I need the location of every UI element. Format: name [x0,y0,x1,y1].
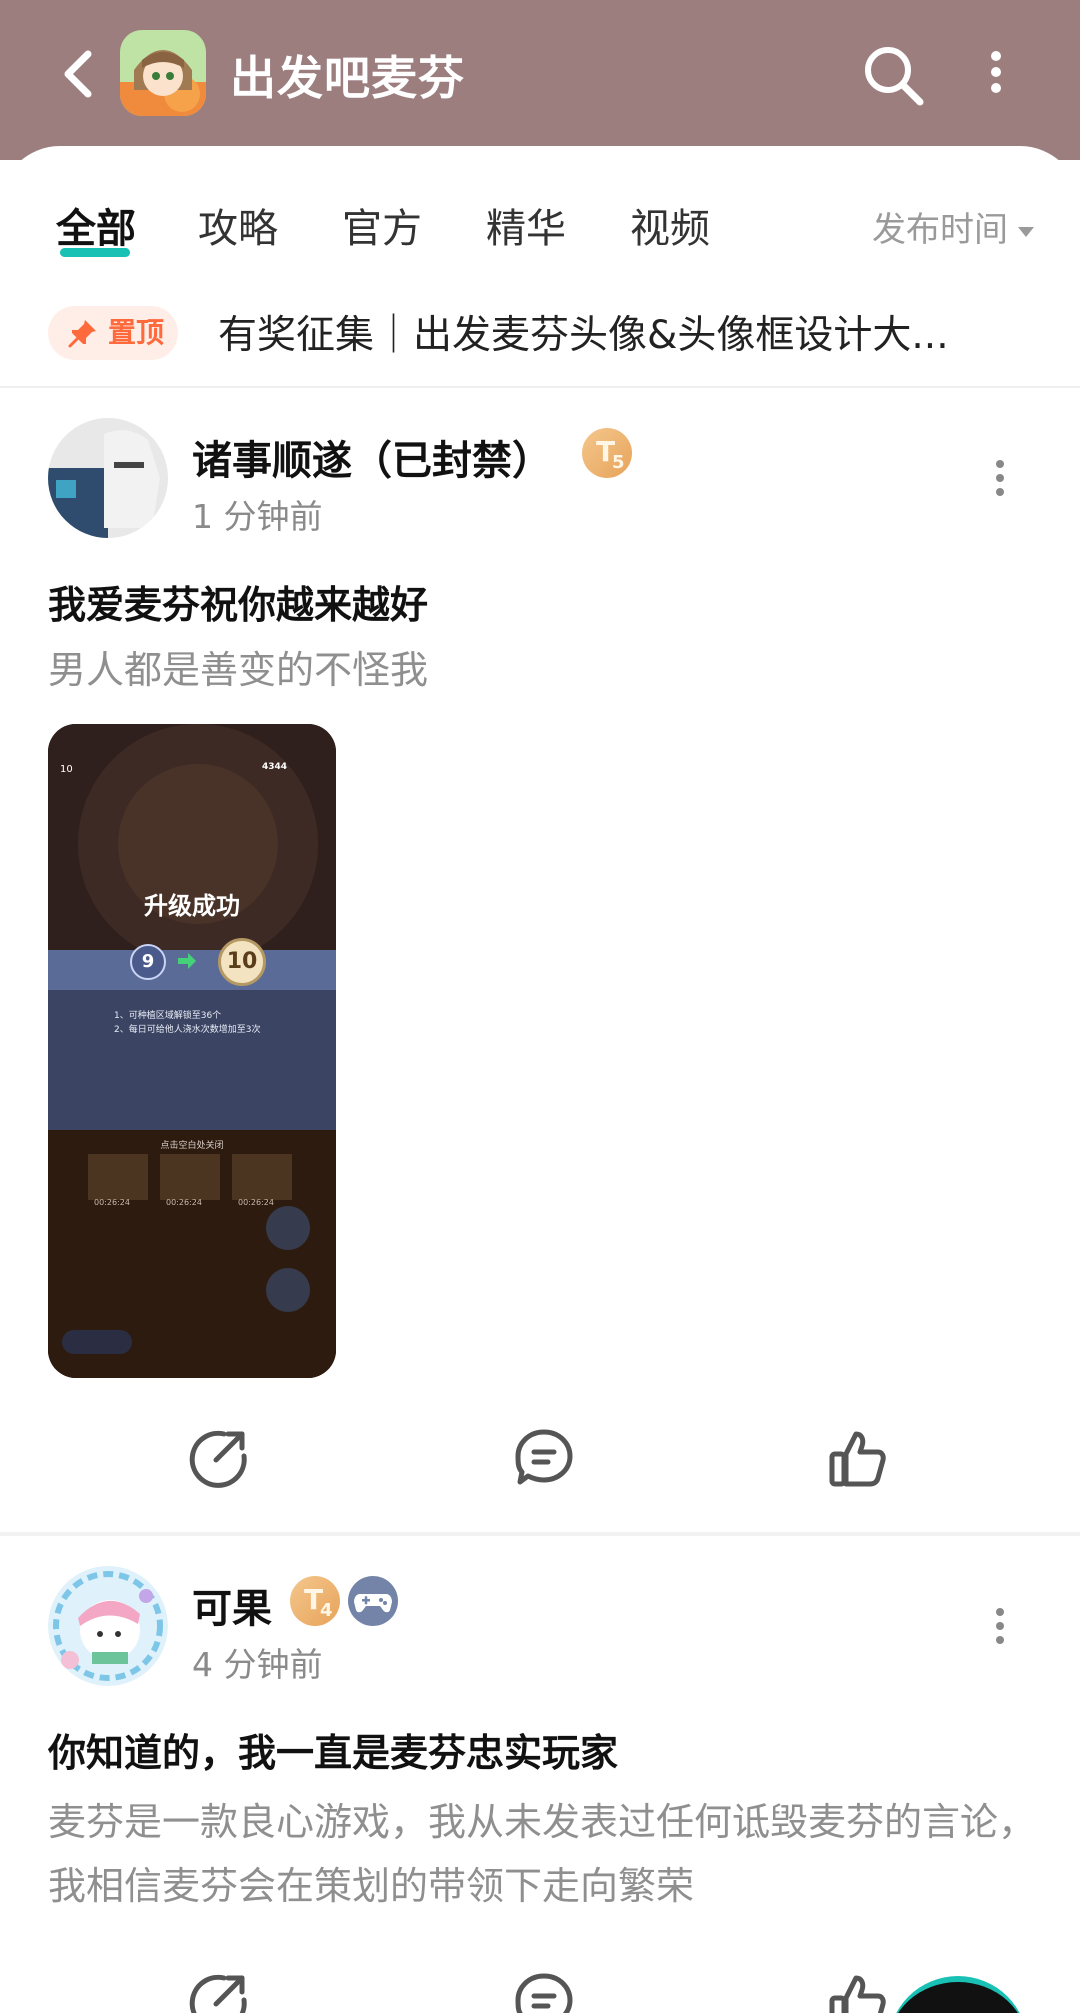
tab-official[interactable]: 官方 [342,196,422,254]
unlock-line: 1、可种植区域解锁至36个 [114,1011,222,1021]
gamepad-icon [354,1594,392,1613]
avatar[interactable] [48,1566,168,1686]
username[interactable]: 诸事顺遂（已封禁） [192,428,552,486]
like-icon[interactable] [826,1970,890,2013]
active-tab-indicator [60,248,130,257]
corner-level: 10 [60,764,73,775]
tab-guides[interactable]: 攻略 [198,196,278,254]
divider [0,1532,1080,1536]
share-icon[interactable] [186,1970,250,2013]
post-body[interactable]: 男人都是善变的不怪我 [48,638,1038,702]
timer: 00:26:24 [94,1198,130,1207]
avatar[interactable] [48,418,168,538]
sort-label: 发布时间 [872,210,1008,250]
more-vertical-icon[interactable] [988,458,1012,498]
pin-badge: 置顶 [48,306,178,360]
level-number: 5 [612,452,625,473]
level-up-title: 升级成功 [144,892,240,920]
more-vertical-icon[interactable] [988,1606,1012,1646]
pinned-post[interactable]: 置顶 有奖征集｜出发麦芬头像&头像框设计大... [0,282,1080,382]
tab-featured[interactable]: 精华 [486,196,566,254]
post-title[interactable]: 你知道的，我一直是麦芬忠实玩家 [48,1722,618,1777]
pinned-post-title: 有奖征集｜出发麦芬头像&头像框设计大... [218,313,949,358]
sort-dropdown[interactable]: 发布时间 [872,202,1034,251]
top-app-bar: 出发吧麦芬 [0,0,1080,160]
caret-down-icon [1018,226,1034,237]
post-body[interactable]: 麦芬是一款良心游戏，我从未发表过任何诋毁麦芬的言论，我相信麦芬会在策划的带领下走… [48,1790,1038,1918]
like-icon[interactable] [826,1426,890,1490]
comment-icon[interactable] [512,1970,576,2013]
search-icon[interactable] [858,40,930,112]
pin-icon [68,320,96,348]
unlock-line: 2、每日可给他人浇水次数增加至3次 [114,1025,261,1035]
post-image[interactable]: 升级成功 9 10 1、可种植区域解锁至36个 2、每日可给他人浇水次数增加至3… [48,724,336,1378]
level-badge: T4 [290,1576,340,1626]
close-hint: 点击空白处关闭 [160,1141,224,1151]
page-title: 出发吧麦芬 [230,51,465,105]
to-level: 10 [218,938,266,986]
tab-bar: 全部 攻略 官方 精华 视频 发布时间 [0,168,1080,258]
post-title[interactable]: 我爱麦芬祝你越来越好 [48,574,428,629]
more-vertical-icon[interactable] [978,46,1014,98]
tab-videos[interactable]: 视频 [630,196,710,254]
divider [0,386,1080,388]
level-badge: T5 [582,428,632,478]
back-arrow-icon[interactable] [52,44,112,104]
level-number: 4 [320,1600,333,1621]
username[interactable]: 可果 [192,1576,272,1634]
coin-count: 4344 [262,762,288,772]
timer: 00:26:24 [238,1198,274,1207]
comment-icon[interactable] [512,1426,576,1490]
game-avatar[interactable] [120,30,206,116]
post-time: 1 分钟前 [192,497,323,536]
arrow-right-icon [178,953,196,969]
timer: 00:26:24 [166,1198,202,1207]
share-icon[interactable] [186,1426,250,1490]
post-action-bar [0,1406,1080,1506]
tab-all[interactable]: 全部 [56,196,136,254]
pin-badge-label: 置顶 [108,316,165,349]
from-level: 9 [130,944,166,980]
post-time: 4 分钟前 [192,1645,323,1684]
gamepad-badge [348,1576,398,1626]
